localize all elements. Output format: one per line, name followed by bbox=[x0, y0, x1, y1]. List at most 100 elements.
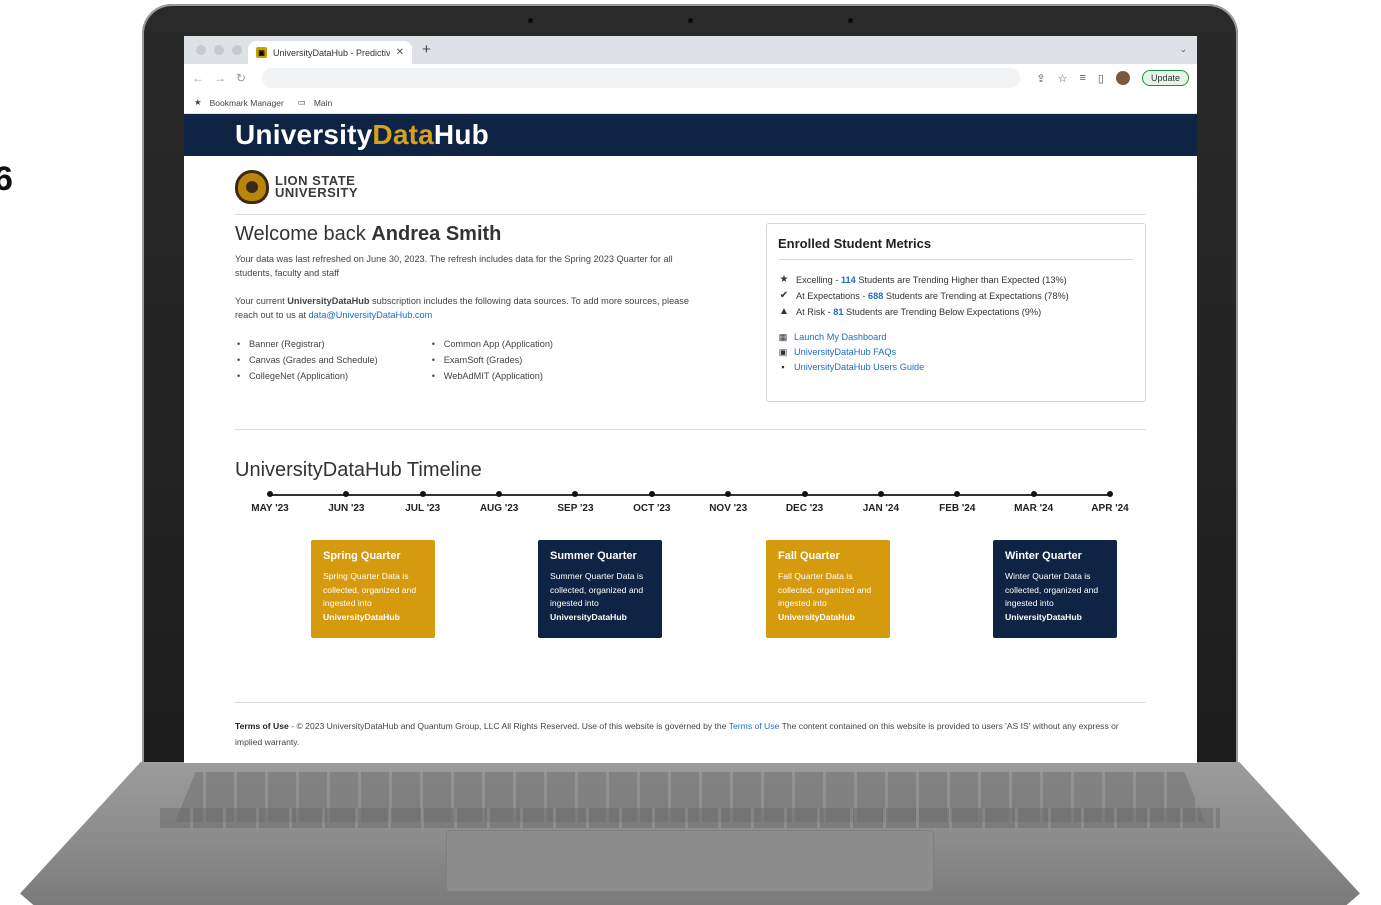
users-guide-link[interactable]: UniversityDataHub Users Guide bbox=[794, 360, 924, 375]
list-item: ExamSoft (Grades) bbox=[430, 352, 553, 368]
quarter-title: Winter Quarter bbox=[1005, 550, 1082, 562]
timeline-dot bbox=[496, 491, 503, 497]
document-icon: ▣ bbox=[778, 347, 788, 357]
divider bbox=[235, 214, 1146, 215]
metrics-title: Enrolled Student Metrics bbox=[778, 236, 1134, 260]
timeline-month-label: NOV '23 bbox=[709, 503, 748, 514]
timeline-dot bbox=[801, 491, 808, 497]
quarter-description: Summer Quarter Data is collected, organi… bbox=[550, 570, 650, 624]
back-icon[interactable]: ← bbox=[192, 71, 204, 85]
contact-email-link[interactable]: data@UniversityDataHub.com bbox=[309, 310, 433, 320]
welcome-prefix: Welcome back bbox=[235, 223, 372, 245]
avatar[interactable] bbox=[1115, 71, 1130, 85]
launch-dashboard-link[interactable]: Launch My Dashboard bbox=[794, 330, 886, 345]
footer-terms-label: Terms of Use bbox=[235, 721, 289, 731]
metrics-card: Enrolled Student Metrics ★ Excelling - 1… bbox=[766, 223, 1146, 402]
quarter-description: Fall Quarter Data is collected, organize… bbox=[778, 570, 878, 624]
address-bar[interactable] bbox=[262, 68, 1021, 88]
divider bbox=[235, 429, 1146, 430]
terms-of-use-link[interactable]: Terms of Use bbox=[729, 721, 780, 731]
reading-list-icon[interactable]: ≡ bbox=[1079, 72, 1085, 84]
trackpad bbox=[446, 830, 934, 892]
dashboard-link-row[interactable]: ▦ Launch My Dashboard bbox=[778, 330, 1134, 345]
brand-accent: Data bbox=[372, 119, 434, 150]
site-header: UniversityDataHub bbox=[184, 114, 1197, 156]
update-button[interactable]: Update bbox=[1141, 70, 1189, 86]
share-icon[interactable]: ⇪ bbox=[1036, 72, 1045, 85]
timeline-dot bbox=[1107, 491, 1113, 497]
quarter-cards: Spring Quarter Spring Quarter Data is col… bbox=[235, 540, 1146, 640]
timeline-month-label: JUN '23 bbox=[328, 503, 365, 514]
timeline-dot bbox=[419, 491, 426, 497]
user-name: Andrea Smith bbox=[371, 223, 502, 245]
timeline-month: SEP '23 bbox=[545, 490, 605, 514]
faqs-link-row[interactable]: ▣ UniversityDataHub FAQs bbox=[778, 345, 1134, 360]
quarter-description: Winter Quarter Data is collected, organi… bbox=[1005, 570, 1105, 624]
star-icon[interactable]: ☆ bbox=[1058, 72, 1068, 85]
metric-label: At Expectations - bbox=[796, 291, 869, 301]
timeline-month-label: AUG '23 bbox=[479, 503, 519, 514]
metric-count: 81 bbox=[833, 307, 844, 317]
metric-text: Students are Trending at Expectations (7… bbox=[883, 291, 1069, 301]
quarter-title: Spring Quarter bbox=[323, 550, 401, 562]
favicon-icon: ▣ bbox=[256, 47, 267, 58]
timeline-month: OCT '23 bbox=[622, 490, 682, 514]
bookmark-folder-main[interactable]: Main bbox=[314, 98, 332, 108]
warning-icon: ▲ bbox=[779, 306, 789, 317]
list-item: Banner (Registrar) bbox=[235, 336, 378, 352]
metric-at-risk: ▲ At Risk - 81 Students are Trending Bel… bbox=[778, 304, 1134, 320]
timeline-month: MAY '23 bbox=[240, 490, 300, 514]
subscription-prefix: Your current bbox=[235, 296, 288, 306]
timeline-month-label: JAN '24 bbox=[862, 503, 900, 514]
quarter-brand: UniversityDataHub bbox=[323, 611, 400, 622]
metric-text: Students are Trending Higher than Expect… bbox=[855, 275, 1067, 285]
quarter-brand: UniversityDataHub bbox=[778, 611, 855, 622]
metric-count: 114 bbox=[840, 275, 856, 285]
timeline-dot bbox=[343, 491, 350, 497]
quarter-card: Summer Quarter Summer Quarter Data is col… bbox=[538, 540, 662, 638]
timeline-month: APR '24 bbox=[1080, 490, 1140, 514]
quarter-desc-text: Winter Quarter Data is collected, organi… bbox=[1005, 571, 1099, 608]
browser-toolbar: ← → ↻ ⇪ ☆ ≡ ▯ Update bbox=[184, 64, 1197, 92]
metric-label: At Risk - bbox=[796, 307, 834, 317]
timeline-month: JUN '23 bbox=[316, 490, 376, 514]
timeline-month-label: APR '24 bbox=[1091, 503, 1129, 514]
timeline-month-label: FEB '24 bbox=[939, 503, 976, 514]
lion-crest-icon bbox=[235, 170, 269, 204]
quarter-card: Spring Quarter Spring Quarter Data is col… bbox=[311, 540, 435, 638]
university-name: LION STATE UNIVERSITY bbox=[275, 174, 358, 199]
list-item: Canvas (Grades and Schedule) bbox=[235, 352, 378, 368]
timeline-month: JUL '23 bbox=[393, 490, 453, 514]
metric-label: Excelling - bbox=[796, 275, 841, 285]
quarter-brand: UniversityDataHub bbox=[550, 611, 627, 622]
timeline: MAY '23 JUN '23 JUL '23 AUG '23 SEP '23 OCT '… bbox=[235, 490, 1146, 530]
reload-icon[interactable]: ↻ bbox=[236, 71, 246, 85]
timeline-month-label: DEC '23 bbox=[785, 503, 824, 514]
timeline-month-label: OCT '23 bbox=[633, 503, 671, 514]
metric-count: 688 bbox=[868, 291, 884, 301]
timeline-dot bbox=[648, 491, 655, 497]
quarter-card: Winter Quarter Winter Quarter Data is col… bbox=[993, 540, 1117, 638]
bookmark-manager-link[interactable]: Bookmark Manager bbox=[210, 98, 284, 108]
camera-dot bbox=[688, 18, 693, 23]
timeline-month: DEC '23 bbox=[775, 490, 835, 514]
data-sources: Banner (Registrar) Canvas (Grades and Sc… bbox=[235, 336, 695, 384]
timeline-month-label: JUL '23 bbox=[405, 503, 441, 514]
subscription-info: Your current UniversityDataHub subscript… bbox=[235, 294, 695, 322]
window-controls[interactable] bbox=[196, 45, 242, 55]
side-panel-icon[interactable]: ▯ bbox=[1098, 72, 1104, 85]
university-logo: LION STATE UNIVERSITY bbox=[235, 164, 1146, 210]
site-logo[interactable]: UniversityDataHub bbox=[235, 119, 489, 151]
timeline-dot bbox=[572, 491, 579, 497]
browser-tab[interactable]: ▣ UniversityDataHub - Predictive ✕ bbox=[248, 41, 412, 64]
guide-link-row[interactable]: ▪ UniversityDataHub Users Guide bbox=[778, 360, 1134, 375]
keyboard-row bbox=[160, 808, 1220, 828]
timeline-dot bbox=[267, 491, 273, 497]
forward-icon[interactable]: → bbox=[214, 71, 226, 85]
footer-copyright: - © 2023 UniversityDataHub and Quantum G… bbox=[288, 721, 729, 731]
quarter-card: Fall Quarter Fall Quarter Data is collect… bbox=[766, 540, 890, 638]
faqs-link[interactable]: UniversityDataHub FAQs bbox=[794, 345, 896, 360]
new-tab-icon[interactable]: + bbox=[422, 41, 431, 58]
chevron-down-icon[interactable]: ⌄ bbox=[1179, 44, 1187, 55]
close-icon[interactable]: ✕ bbox=[396, 47, 404, 58]
